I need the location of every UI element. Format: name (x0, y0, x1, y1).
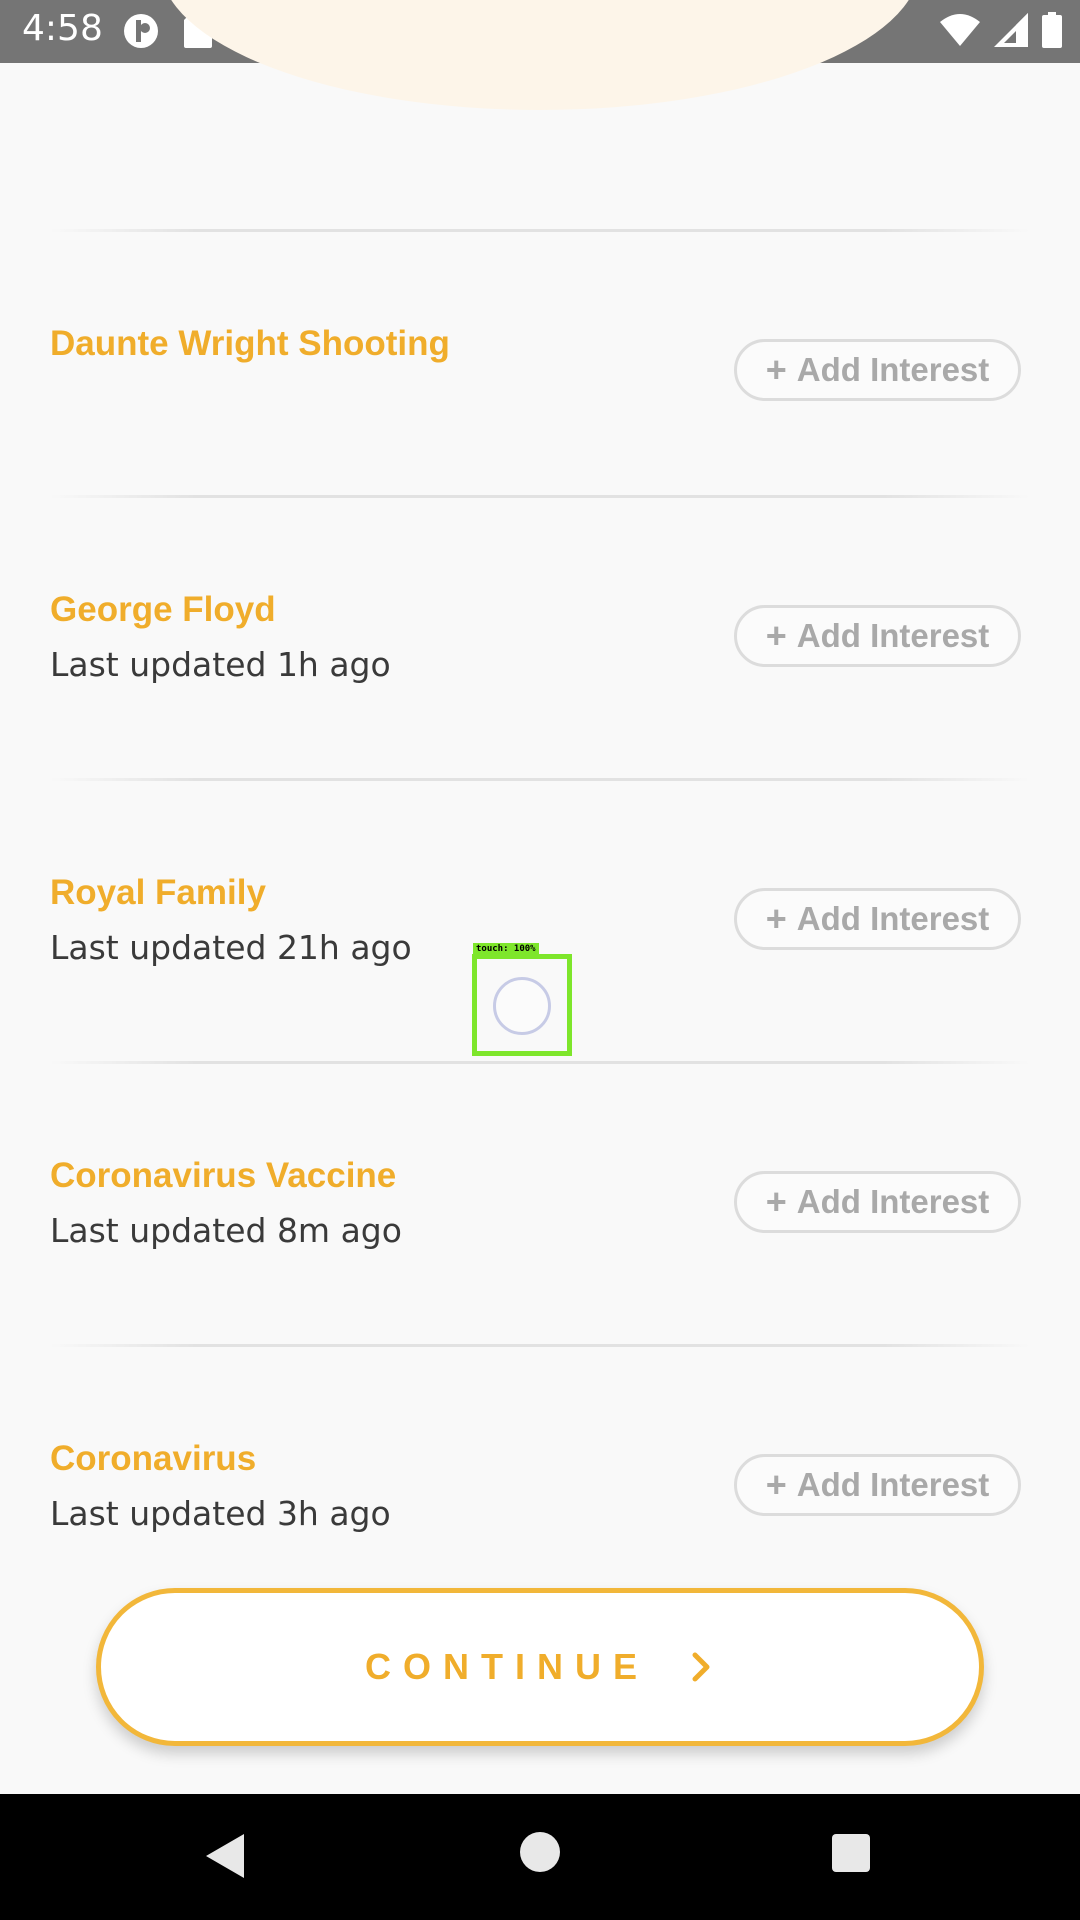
continue-label: CONTINUE (365, 1646, 649, 1687)
add-interest-button[interactable]: + Add Interest (734, 339, 1021, 401)
divider (50, 229, 1030, 232)
chevron-right-icon (692, 1652, 710, 1682)
add-interest-label: Add Interest (796, 351, 990, 388)
screen: 4:58 Daunte Wright Shooting + Add Intere… (0, 0, 1080, 1920)
interest-title: Coronavirus (50, 1439, 257, 1478)
navigation-bar (0, 1794, 1080, 1920)
header-decoration (160, 0, 920, 110)
add-interest-label: Add Interest (796, 617, 990, 654)
add-interest-label: Add Interest (796, 900, 990, 937)
interest-last-updated: Last updated 3h ago (50, 1494, 391, 1533)
interest-title: Daunte Wright Shooting (50, 324, 450, 363)
battery-icon (1042, 11, 1062, 53)
wifi-icon (940, 13, 980, 51)
touch-point-icon (493, 977, 551, 1035)
recent-apps-icon[interactable] (832, 1834, 870, 1872)
home-icon[interactable] (520, 1832, 560, 1872)
status-right-icons (940, 11, 1062, 53)
divider (50, 1344, 1030, 1347)
add-interest-button[interactable]: + Add Interest (734, 888, 1021, 950)
divider (50, 1061, 1030, 1064)
interest-last-updated: Last updated 8m ago (50, 1211, 402, 1250)
interest-title: Coronavirus Vaccine (50, 1156, 397, 1195)
add-interest-button[interactable]: + Add Interest (734, 1454, 1021, 1516)
back-icon[interactable] (206, 1834, 244, 1878)
add-interest-button[interactable]: + Add Interest (734, 605, 1021, 667)
add-interest-button[interactable]: + Add Interest (734, 1171, 1021, 1233)
add-interest-label: Add Interest (796, 1183, 990, 1220)
interest-last-updated: Last updated 1h ago (50, 645, 391, 684)
plus-icon: + (765, 1181, 787, 1222)
status-time: 4:58 (22, 8, 103, 49)
plus-icon: + (765, 898, 787, 939)
plus-icon: + (765, 615, 787, 656)
data-saver-icon (122, 12, 160, 55)
continue-button[interactable]: CONTINUE (96, 1588, 984, 1746)
interest-title: Royal Family (50, 873, 266, 912)
plus-icon: + (765, 1464, 787, 1505)
interest-title: George Floyd (50, 590, 276, 629)
add-interest-label: Add Interest (796, 1466, 990, 1503)
interest-last-updated: Last updated 21h ago (50, 928, 412, 967)
plus-icon: + (765, 349, 787, 390)
divider (50, 778, 1030, 781)
signal-icon (994, 12, 1028, 52)
divider (50, 495, 1030, 498)
